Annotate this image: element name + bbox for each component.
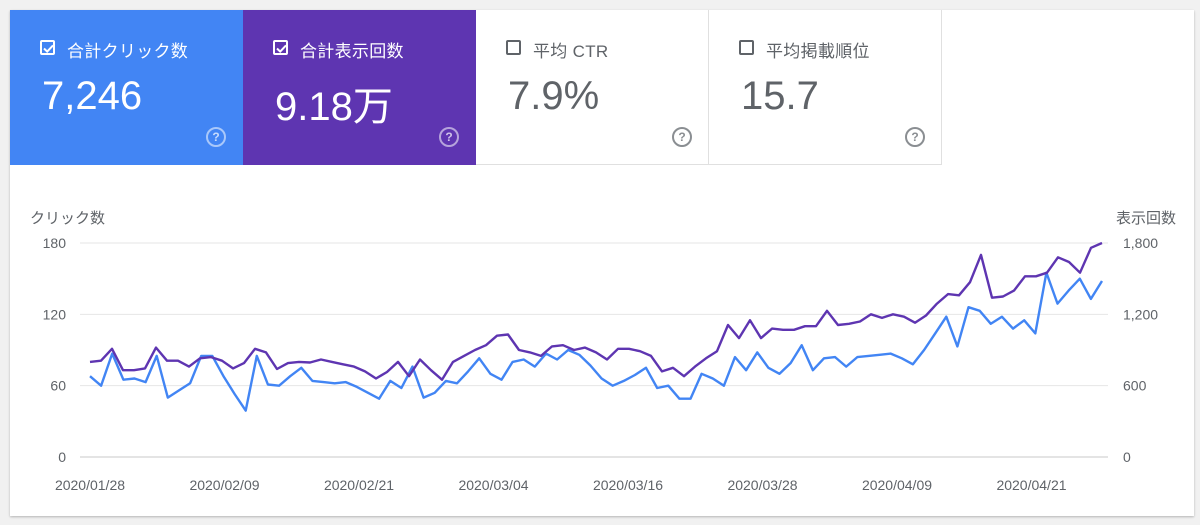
- average-ctr-card[interactable]: 平均 CTR 7.9% ?: [476, 10, 709, 165]
- average-position-card[interactable]: 平均掲載順位 15.7 ?: [709, 10, 942, 165]
- checkmark-icon: [276, 44, 287, 54]
- right-tick-label: 0: [1123, 449, 1131, 465]
- x-tick-label: 2020/02/09: [189, 477, 259, 493]
- total-clicks-card[interactable]: 合計クリック数 7,246 ?: [10, 10, 243, 165]
- x-tick-label: 2020/03/28: [727, 477, 797, 493]
- average-position-checkbox[interactable]: [739, 40, 754, 55]
- right-tick-label: 1,800: [1123, 235, 1158, 251]
- left-tick-label: 120: [43, 306, 67, 322]
- help-icon[interactable]: ?: [672, 127, 692, 147]
- total-impressions-label: 合計表示回数: [300, 42, 404, 61]
- x-tick-label: 2020/02/21: [324, 477, 394, 493]
- left-tick-label: 180: [43, 235, 67, 251]
- x-tick-label: 2020/03/04: [458, 477, 528, 493]
- help-icon[interactable]: ?: [206, 127, 226, 147]
- average-position-value: 15.7: [741, 74, 819, 118]
- left-tick-label: 60: [50, 378, 66, 394]
- left-tick-label: 0: [58, 449, 66, 465]
- average-ctr-label: 平均 CTR: [533, 42, 609, 61]
- total-clicks-label: 合計クリック数: [67, 42, 189, 61]
- right-tick-label: 1,200: [1123, 306, 1158, 322]
- x-tick-label: 2020/01/28: [55, 477, 125, 493]
- metric-cards: 合計クリック数 7,246 ? 合計表示回数 9.18万 ? 平均 CTR 7.…: [10, 10, 944, 165]
- left-axis-title: クリック数: [30, 210, 105, 227]
- average-ctr-checkbox[interactable]: [506, 40, 521, 55]
- performance-panel: 合計クリック数 7,246 ? 合計表示回数 9.18万 ? 平均 CTR 7.…: [10, 10, 1194, 516]
- x-tick-label: 2020/04/21: [996, 477, 1066, 493]
- performance-chart: クリック数 表示回数 0 0 60 600 120 1,200 180 1,800 2020/01/…: [10, 165, 1194, 516]
- total-impressions-value: 9.18万: [275, 85, 393, 129]
- checkmark-icon: [43, 44, 54, 54]
- right-tick-label: 600: [1123, 378, 1147, 394]
- total-impressions-card[interactable]: 合計表示回数 9.18万 ?: [243, 10, 476, 165]
- impressions-series-line: [89, 241, 1103, 381]
- average-position-label: 平均掲載順位: [766, 42, 870, 61]
- help-icon[interactable]: ?: [905, 127, 925, 147]
- x-tick-label: 2020/03/16: [593, 477, 663, 493]
- help-icon[interactable]: ?: [439, 127, 459, 147]
- x-tick-label: 2020/04/09: [862, 477, 932, 493]
- total-clicks-checkbox[interactable]: [40, 40, 55, 55]
- right-axis-title: 表示回数: [1116, 210, 1176, 227]
- average-ctr-value: 7.9%: [508, 74, 600, 118]
- total-impressions-checkbox[interactable]: [273, 40, 288, 55]
- total-clicks-value: 7,246: [42, 74, 143, 118]
- line-chart: クリック数 表示回数 0 0 60 600 120 1,200 180 1,800 2020/01/…: [30, 210, 1176, 493]
